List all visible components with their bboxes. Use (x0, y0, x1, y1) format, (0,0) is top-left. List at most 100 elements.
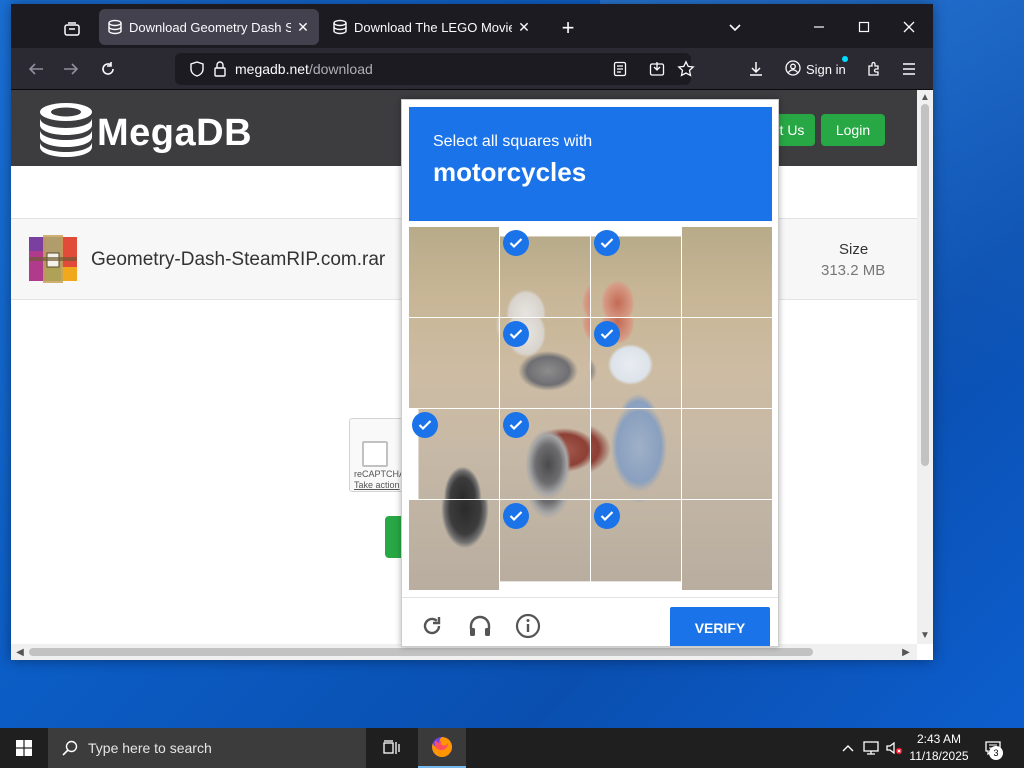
tab-title: Download The LEGO Movie Vide (354, 19, 512, 35)
tab-geometry-dash[interactable]: Download Geometry Dash Steam ✕ (99, 9, 319, 45)
scroll-left-icon[interactable]: ◀ (13, 645, 27, 659)
info-icon[interactable] (514, 612, 542, 640)
close-window-icon[interactable] (887, 12, 931, 42)
tab-lego-movie[interactable]: Download The LEGO Movie Vide ✕ (324, 9, 540, 45)
verify-button[interactable]: VERIFY (670, 607, 770, 646)
challenge-tile[interactable] (500, 227, 590, 317)
challenge-instruction: Select all squares with (433, 133, 593, 150)
task-view-icon[interactable] (368, 728, 416, 768)
challenge-tile-image (682, 409, 772, 499)
megadb-logo-icon[interactable] (37, 100, 95, 163)
tab-list-icon[interactable] (57, 14, 87, 44)
menu-hamburger-icon[interactable] (894, 54, 924, 84)
scroll-up-icon[interactable]: ▲ (918, 90, 932, 104)
windows-start-icon[interactable] (0, 728, 48, 768)
site-logo-text[interactable]: MegaDB (97, 112, 252, 155)
network-icon[interactable] (861, 738, 881, 758)
database-icon (333, 19, 347, 35)
volume-muted-icon[interactable] (884, 738, 904, 758)
challenge-tile[interactable] (682, 500, 772, 590)
recaptcha-anchor: reCAPTCHA Take action (349, 418, 409, 492)
chevron-down-icon[interactable] (721, 14, 749, 42)
recaptcha-take-action-link[interactable]: Take action (354, 480, 400, 490)
extensions-icon[interactable] (859, 54, 889, 84)
contact-us-label: t Us (779, 122, 805, 138)
challenge-tile-image (682, 227, 772, 317)
reload-challenge-icon[interactable] (418, 612, 446, 640)
selected-checkmark-icon (503, 230, 529, 256)
selected-checkmark-icon (594, 230, 620, 256)
challenge-tile[interactable] (500, 409, 590, 499)
challenge-image-grid (409, 227, 773, 591)
downloads-icon[interactable] (741, 54, 771, 84)
recaptcha-brand: reCAPTCHA (354, 469, 406, 479)
challenge-tile[interactable] (682, 227, 772, 317)
sign-in-label: Sign in (806, 61, 846, 77)
challenge-tile[interactable] (682, 409, 772, 499)
challenge-tile[interactable] (682, 318, 772, 408)
clock[interactable]: 2:43 AM 11/18/2025 (906, 731, 972, 765)
challenge-target-object: motorcycles (433, 157, 587, 187)
challenge-header: Select all squares with motorcycles (409, 107, 772, 221)
close-tab-icon[interactable]: ✕ (295, 19, 311, 36)
lock-icon[interactable] (213, 61, 227, 82)
minimize-icon[interactable] (797, 12, 841, 42)
challenge-footer: VERIFY (402, 597, 778, 646)
url-bar[interactable]: megadb.net/download (175, 53, 695, 85)
navigation-toolbar: megadb.net/download Sign in (11, 48, 933, 90)
shield-icon[interactable] (189, 61, 205, 82)
challenge-tile[interactable] (409, 318, 499, 408)
clock-date: 11/18/2025 (909, 749, 969, 763)
taskbar-search-box[interactable]: Type here to search (48, 728, 366, 768)
maximize-icon[interactable] (842, 12, 886, 42)
notification-dot (842, 56, 848, 62)
selected-checkmark-icon (503, 503, 529, 529)
challenge-tile[interactable] (591, 409, 681, 499)
scroll-right-icon[interactable]: ▶ (899, 645, 913, 659)
search-icon (62, 740, 78, 761)
forward-arrow-icon[interactable] (56, 54, 86, 84)
size-label: Size (839, 241, 869, 258)
challenge-tile[interactable] (591, 227, 681, 317)
close-tab-icon[interactable]: ✕ (516, 19, 532, 36)
windows-taskbar: Type here to search 2:43 AM 11/18/2025 (0, 728, 1024, 768)
challenge-tile[interactable] (409, 409, 499, 499)
vertical-scroll-thumb[interactable] (921, 104, 929, 466)
tab-strip: Download Geometry Dash Steam ✕ Download … (11, 4, 933, 48)
size-value: 313.2 MB (821, 262, 886, 279)
vertical-scrollbar[interactable]: ▲ ▼ (917, 90, 933, 644)
challenge-tile[interactable] (500, 318, 590, 408)
challenge-tile-image (682, 318, 772, 408)
new-tab-plus-icon[interactable]: + (554, 14, 582, 42)
horizontal-scroll-thumb[interactable] (29, 648, 813, 656)
back-arrow-icon[interactable] (21, 54, 51, 84)
selected-checkmark-icon (594, 321, 620, 347)
bookmark-star-icon[interactable] (677, 60, 695, 83)
challenge-tile[interactable] (409, 227, 499, 317)
challenge-tile[interactable] (409, 500, 499, 590)
reader-view-icon[interactable] (613, 61, 627, 82)
selected-checkmark-icon (503, 412, 529, 438)
sign-in-button[interactable]: Sign in (779, 53, 853, 85)
challenge-tile-image (591, 409, 681, 499)
reload-icon[interactable] (93, 54, 123, 84)
login-button[interactable]: Login (821, 114, 885, 146)
recaptcha-challenge-dialog: Select all squares with motorcycles VERI… (401, 99, 779, 647)
challenge-tile[interactable] (591, 318, 681, 408)
search-placeholder: Type here to search (88, 740, 212, 756)
save-to-pocket-icon[interactable] (649, 61, 665, 82)
challenge-tile[interactable] (591, 500, 681, 590)
challenge-tile[interactable] (500, 500, 590, 590)
challenge-tile-image (409, 227, 499, 317)
selected-checkmark-icon (594, 503, 620, 529)
selected-checkmark-icon (503, 321, 529, 347)
firefox-taskbar-icon[interactable] (418, 728, 466, 768)
scroll-down-icon[interactable]: ▼ (918, 628, 932, 642)
selected-checkmark-icon (412, 412, 438, 438)
tab-title: Download Geometry Dash Steam (129, 19, 291, 35)
clock-time: 2:43 AM (916, 732, 962, 746)
audio-challenge-headphones-icon[interactable] (466, 612, 494, 640)
verify-label: VERIFY (694, 620, 746, 636)
tray-chevron-up-icon[interactable] (838, 738, 858, 758)
recaptcha-checkbox[interactable] (362, 441, 388, 467)
